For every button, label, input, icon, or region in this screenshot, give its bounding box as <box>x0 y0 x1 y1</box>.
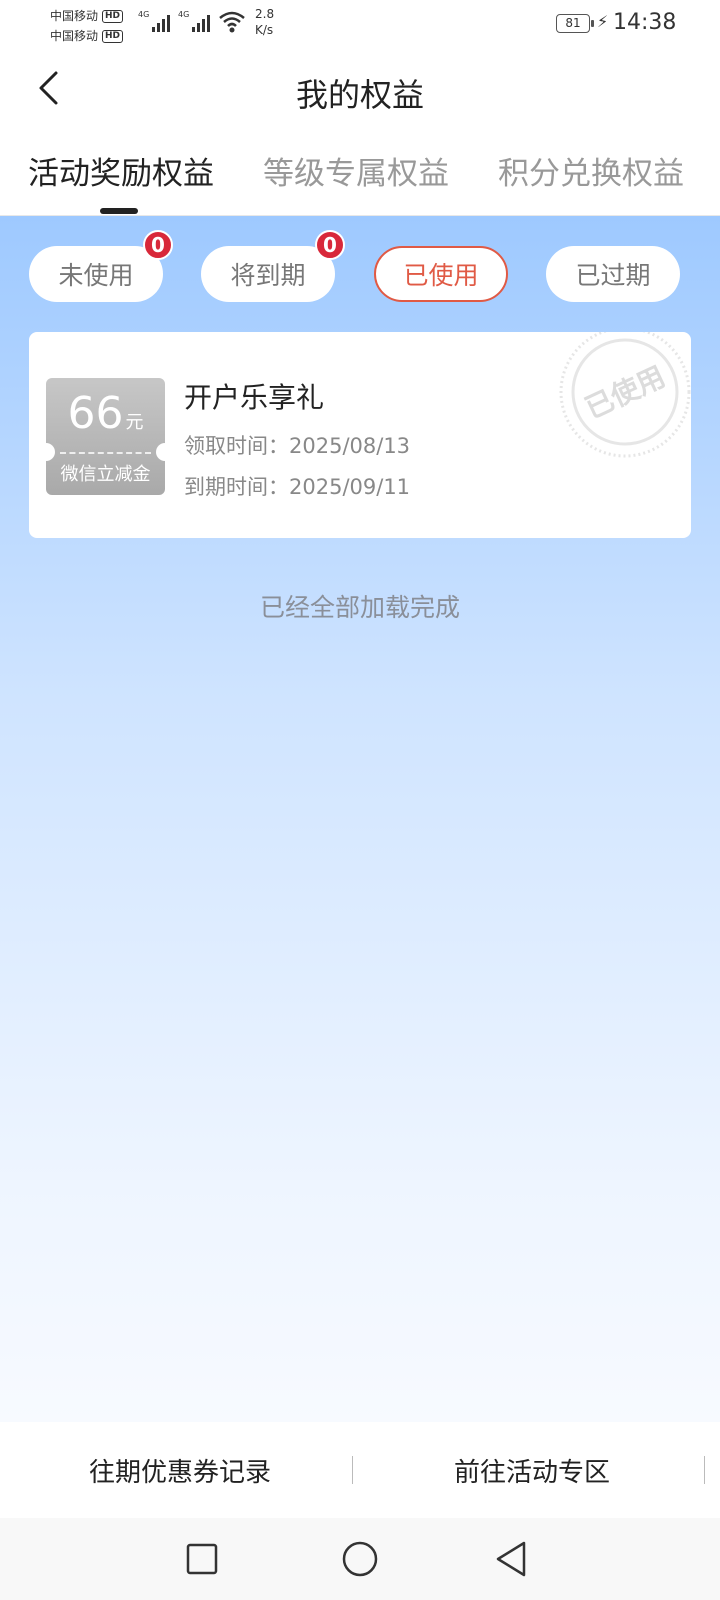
coupon-title: 开户乐享礼 <box>184 381 325 414</box>
coupon-amount: 66 元 <box>67 388 144 439</box>
svg-text:已使用: 已使用 <box>580 360 670 425</box>
received-date: 领取时间：2025/08/13 <box>184 434 411 458</box>
ticket-notch <box>37 443 55 461</box>
coupon-divider <box>60 452 151 454</box>
content-area: 未使用 0 将到期 0 已使用 已过期 66 元 微信立减金 开户乐享礼 领取时间… <box>0 216 720 1422</box>
filter-expiring[interactable]: 将到期 0 <box>201 230 345 302</box>
filter-label: 已使用 <box>403 261 479 290</box>
expiry-date: 到期时间：2025/09/11 <box>184 475 411 499</box>
count-badge: 0 <box>315 230 345 260</box>
coupon-card[interactable]: 66 元 微信立减金 开户乐享礼 领取时间：2025/08/13 到期时间：202… <box>29 332 691 538</box>
signal-icon: 4G <box>138 10 171 32</box>
filter-label: 已过期 <box>575 261 651 290</box>
signal-icon: 4G <box>178 10 211 32</box>
wifi-icon <box>219 11 245 33</box>
tab-level-exclusive[interactable]: 等级专属权益 <box>263 148 449 193</box>
list-end-text: 已经全部加载完成 <box>259 593 460 622</box>
charging-icon: ⚡ <box>597 12 609 31</box>
system-nav-bar <box>0 1518 720 1600</box>
network-speed: 2.8 K/s <box>255 7 275 37</box>
bottom-bar: 往期优惠券记录 前往活动专区 <box>0 1422 720 1518</box>
carrier-1: 中国移动 <box>50 9 99 23</box>
filter-unused[interactable]: 未使用 0 <box>29 230 173 302</box>
back-nav-icon[interactable] <box>488 1536 534 1582</box>
tab-activity-rewards[interactable]: 活动奖励权益 <box>28 148 214 193</box>
hd-badge: HD <box>102 9 124 23</box>
activity-zone-link[interactable]: 前往活动专区 <box>352 1422 712 1518</box>
filter-expired[interactable]: 已过期 <box>546 246 680 302</box>
history-coupons-link[interactable]: 往期优惠券记录 <box>0 1422 360 1518</box>
coupon-ticket: 66 元 微信立减金 <box>37 378 174 495</box>
tab-bar: 活动奖励权益 等级专属权益 积分兑换权益 <box>0 136 720 216</box>
filter-label: 未使用 <box>58 261 134 290</box>
coupon-type: 微信立减金 <box>60 464 151 485</box>
tab-points-exchange[interactable]: 积分兑换权益 <box>498 148 684 193</box>
status-bar: 中国移动 HD 中国移动 HD 4G 4G 2.8 K/s 81 ⚡ 14:38 <box>0 0 720 50</box>
used-stamp-icon: 已使用 <box>559 332 691 458</box>
home-icon[interactable] <box>337 1536 383 1582</box>
count-badge: 0 <box>143 230 173 260</box>
tab-indicator <box>100 208 138 214</box>
status-time: 14:38 <box>613 10 677 35</box>
page-title: 我的权益 <box>295 76 424 114</box>
header: 我的权益 <box>0 50 720 136</box>
divider <box>704 1456 705 1484</box>
carrier-2: 中国移动 <box>50 29 99 43</box>
hd-badge: HD <box>102 29 124 43</box>
battery-icon: 81 <box>556 14 594 33</box>
recent-apps-icon[interactable] <box>179 1536 225 1582</box>
filter-used[interactable]: 已使用 <box>374 246 508 302</box>
filter-label: 将到期 <box>230 261 306 290</box>
ticket-notch <box>156 443 174 461</box>
carrier-info: 中国移动 HD 中国移动 HD <box>50 6 124 46</box>
